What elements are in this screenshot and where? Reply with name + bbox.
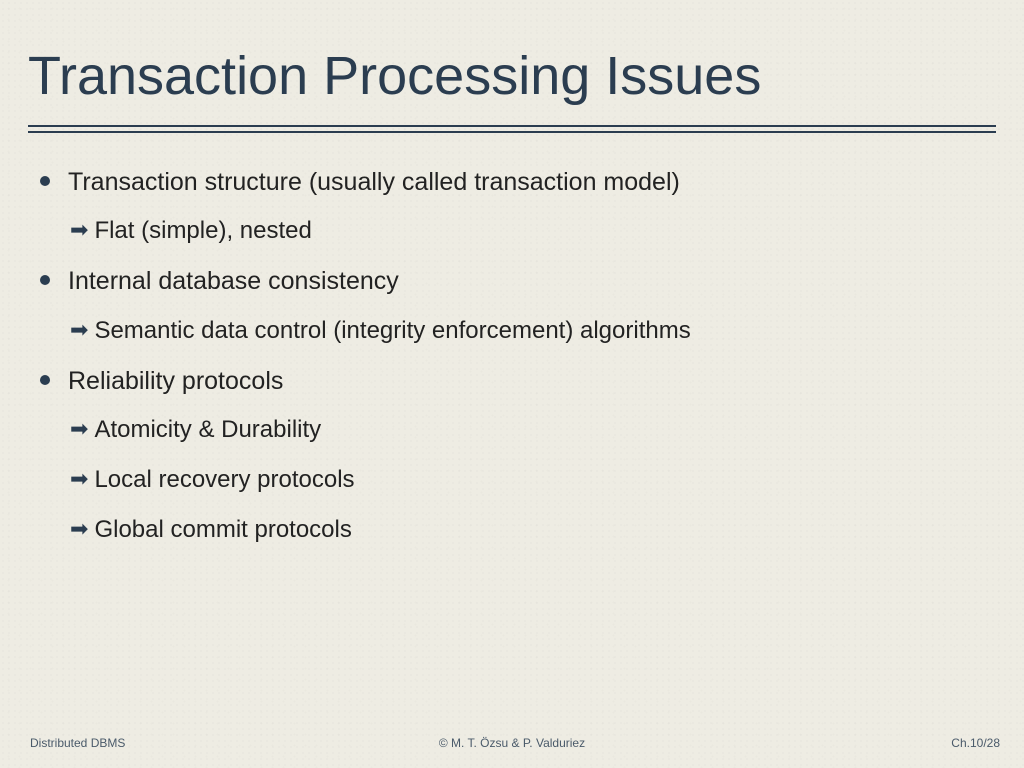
footer-center: © M. T. Özsu & P. Valduriez [0, 736, 1024, 750]
slide: Transaction Processing Issues Transactio… [0, 0, 1024, 768]
arrow-icon: ➡ [70, 515, 88, 543]
bullet-dot-icon [40, 375, 50, 385]
bullet-item: Transaction structure (usually called tr… [40, 167, 984, 198]
sub-bullet-item: ➡ Global commit protocols [70, 515, 984, 545]
sub-bullet-text: Flat (simple), nested [94, 216, 311, 246]
bullet-text: Transaction structure (usually called tr… [68, 167, 680, 198]
sub-bullet-item: ➡ Flat (simple), nested [70, 216, 984, 246]
sub-bullet-item: ➡ Atomicity & Durability [70, 415, 984, 445]
bullet-item: Internal database consistency [40, 266, 984, 297]
sub-bullet-text: Semantic data control (integrity enforce… [94, 316, 690, 346]
arrow-icon: ➡ [70, 316, 88, 344]
arrow-icon: ➡ [70, 216, 88, 244]
bullet-dot-icon [40, 275, 50, 285]
bullet-item: Reliability protocols [40, 366, 984, 397]
bullet-text: Internal database consistency [68, 266, 399, 297]
sub-bullet-item: ➡ Local recovery protocols [70, 465, 984, 495]
sub-bullet-text: Local recovery protocols [94, 465, 354, 495]
arrow-icon: ➡ [70, 465, 88, 493]
slide-title: Transaction Processing Issues [0, 0, 1024, 107]
sub-bullet-text: Global commit protocols [94, 515, 351, 545]
footer-right: Ch.10/28 [951, 736, 1000, 750]
content-area: Transaction structure (usually called tr… [0, 133, 1024, 545]
title-underline [28, 125, 996, 133]
sub-bullet-item: ➡ Semantic data control (integrity enfor… [70, 316, 984, 346]
sub-bullet-text: Atomicity & Durability [94, 415, 321, 445]
arrow-icon: ➡ [70, 415, 88, 443]
bullet-dot-icon [40, 176, 50, 186]
bullet-text: Reliability protocols [68, 366, 283, 397]
